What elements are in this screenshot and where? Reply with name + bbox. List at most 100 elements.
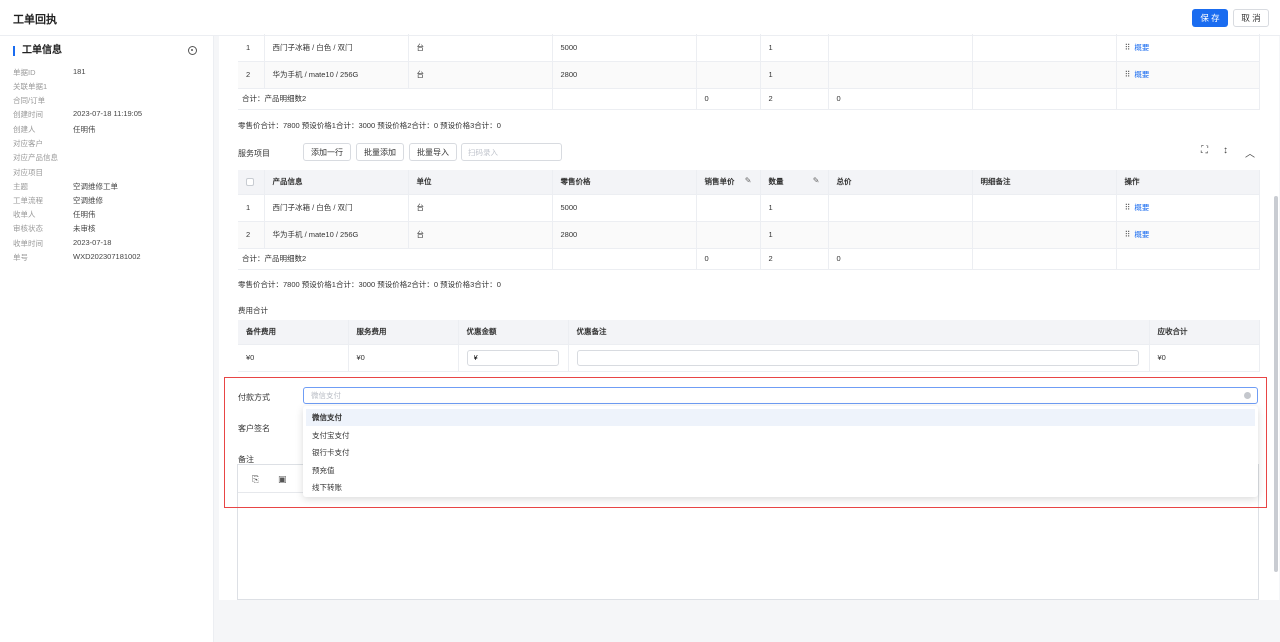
sum-label: 合计：产品明细数2 <box>238 88 553 110</box>
pay-method-select[interactable]: 微信支付 <box>303 387 1258 404</box>
image-icon[interactable]: ▣ <box>278 474 287 485</box>
info-key: 对应客户 <box>13 139 43 148</box>
qty-cell[interactable]: 1 <box>760 61 829 89</box>
sum-qty: 2 <box>760 88 829 110</box>
summary-link[interactable]: 概要 <box>1134 230 1149 239</box>
info-key: 主题 <box>13 182 28 191</box>
col-op: 操作 <box>1116 170 1260 195</box>
drag-handle-icon[interactable]: ⠿ <box>1125 203 1131 212</box>
fee-section-title: 费用合计 <box>238 306 268 315</box>
info-value: 2023-07-18 <box>73 238 112 247</box>
clear-icon[interactable] <box>1244 392 1251 399</box>
col-qty: 数量 ✎ <box>760 170 829 195</box>
retail-price-cell: 5000 <box>552 194 697 222</box>
service-summary-line: 零售价合计：7800 预设价格1合计：3000 预设价格2合计：0 预设价格3合… <box>238 280 501 289</box>
edit-icon[interactable]: ✎ <box>813 176 820 185</box>
info-value: 任明伟 <box>73 125 96 134</box>
sum-row: 合计：产品明细数2 0 2 0 <box>238 88 1260 110</box>
info-key: 收单人 <box>13 210 36 219</box>
batch-import-button[interactable]: 批量导入 <box>409 143 457 161</box>
discount-note-input[interactable] <box>576 349 1139 366</box>
table-row[interactable]: 1 西门子冰箱 / 白色 / 双门 台 5000 1 ⠿ 概要 <box>238 34 1260 62</box>
op-cell: ⠿ 概要 <box>1116 194 1260 222</box>
info-key: 对应产品信息 <box>13 153 58 162</box>
summary-link[interactable]: 概要 <box>1134 70 1149 79</box>
table-row[interactable]: 2 华为手机 / mate10 / 256G 台 2800 1 ⠿ 概要 <box>238 221 1260 249</box>
page-title: 工单回执 <box>13 14 57 26</box>
qty-cell[interactable]: 1 <box>760 34 829 62</box>
qty-cell[interactable]: 1 <box>760 194 829 222</box>
sum-qty: 2 <box>760 248 829 270</box>
discount-cell <box>458 344 569 372</box>
remark-cell[interactable] <box>972 194 1117 222</box>
option-prepaid[interactable]: 预充值 <box>306 462 1255 479</box>
remark-cell[interactable] <box>972 221 1117 249</box>
option-wechat-pay[interactable]: 微信支付 <box>306 409 1255 426</box>
sale-price-cell[interactable] <box>696 221 761 249</box>
drag-handle-icon[interactable]: ⠿ <box>1125 230 1131 239</box>
table-header: 产品信息 单位 零售价格 销售单价 ✎ 数量 ✎ 总价 明细备注 操作 <box>238 170 1260 195</box>
sale-price-cell[interactable] <box>696 34 761 62</box>
sum-sale: 0 <box>696 248 761 270</box>
info-value: 未审核 <box>73 224 96 233</box>
summary-link[interactable]: 概要 <box>1134 43 1149 52</box>
product-name: 西门子冰箱 / 白色 / 双门 <box>264 34 409 62</box>
add-row-button[interactable]: 添加一行 <box>303 143 351 161</box>
total-cell <box>828 61 973 89</box>
sale-price-cell[interactable] <box>696 61 761 89</box>
product-name: 西门子冰箱 / 白色 / 双门 <box>264 194 409 222</box>
save-button[interactable]: 保 存 <box>1192 9 1228 27</box>
total-cell <box>828 221 973 249</box>
expand-vertical-icon[interactable]: ↕ <box>1223 145 1228 156</box>
summary-link[interactable]: 概要 <box>1134 203 1149 212</box>
option-alipay[interactable]: 支付宝支付 <box>306 427 1255 444</box>
col-sale: 销售单价 ✎ <box>696 170 761 195</box>
fullscreen-icon[interactable]: ⛶ <box>1201 145 1208 156</box>
op-cell: ⠿ 概要 <box>1116 61 1260 89</box>
option-offline-transfer[interactable]: 线下转账 <box>306 479 1255 496</box>
info-key: 对应项目 <box>13 168 43 177</box>
sum-row: 合计：产品明细数2 0 2 0 <box>238 248 1260 270</box>
table-row[interactable]: 2 华为手机 / mate10 / 256G 台 2800 1 ⠿ 概要 <box>238 61 1260 89</box>
gear-icon[interactable] <box>188 46 197 55</box>
option-bank-card[interactable]: 银行卡支付 <box>306 444 1255 461</box>
col-discount-note: 优惠备注 <box>568 320 1150 345</box>
discount-input[interactable] <box>466 349 559 366</box>
col-parts-fee: 备件费用 <box>238 320 349 345</box>
info-key: 收单时间 <box>13 239 43 248</box>
col-qty-label: 数量 <box>768 177 784 187</box>
edit-icon[interactable]: ✎ <box>745 176 752 185</box>
sum-label: 合计：产品明细数2 <box>238 248 553 270</box>
info-key: 合同/订单 <box>13 96 46 105</box>
op-cell: ⠿ 概要 <box>1116 34 1260 62</box>
sale-price-cell[interactable] <box>696 194 761 222</box>
op-cell: ⠿ 概要 <box>1116 221 1260 249</box>
select-all-checkbox[interactable] <box>246 178 254 187</box>
product-table: 1 西门子冰箱 / 白色 / 双门 台 5000 1 ⠿ 概要 2 华为手机 / … <box>238 34 1260 110</box>
pay-method-placeholder: 微信支付 <box>311 391 341 400</box>
drag-handle-icon[interactable]: ⠿ <box>1125 43 1131 52</box>
col-discount: 优惠金额 <box>458 320 569 345</box>
remark-cell[interactable] <box>972 61 1117 89</box>
row-index: 1 <box>238 194 265 222</box>
col-remark: 明细备注 <box>972 170 1117 195</box>
info-key: 创建人 <box>13 125 36 134</box>
cancel-button[interactable]: 取 消 <box>1233 9 1269 27</box>
info-value: WXD202307181002 <box>73 252 141 261</box>
sum-empty <box>552 248 697 270</box>
scrollbar[interactable] <box>1274 196 1278 572</box>
product-name: 华为手机 / mate10 / 256G <box>264 61 409 89</box>
fee-header-row: 备件费用 服务费用 优惠金额 优惠备注 应收合计 <box>238 320 1260 345</box>
sum-empty <box>972 248 1117 270</box>
batch-add-button[interactable]: 批量添加 <box>356 143 404 161</box>
scan-input[interactable] <box>461 143 562 161</box>
table-row[interactable]: 1 西门子冰箱 / 白色 / 双门 台 5000 1 ⠿ 概要 <box>238 194 1260 222</box>
remark-cell[interactable] <box>972 34 1117 62</box>
drag-handle-icon[interactable]: ⠿ <box>1125 70 1131 79</box>
qty-cell[interactable]: 1 <box>760 221 829 249</box>
chevron-up-icon[interactable]: ︿ <box>1245 145 1255 160</box>
unit-cell: 台 <box>408 61 553 89</box>
info-key: 工单流程 <box>13 196 43 205</box>
copy-icon[interactable]: ⎘ <box>252 474 259 485</box>
pay-method-dropdown: 微信支付 支付宝支付 银行卡支付 预充值 线下转账 <box>303 406 1258 497</box>
